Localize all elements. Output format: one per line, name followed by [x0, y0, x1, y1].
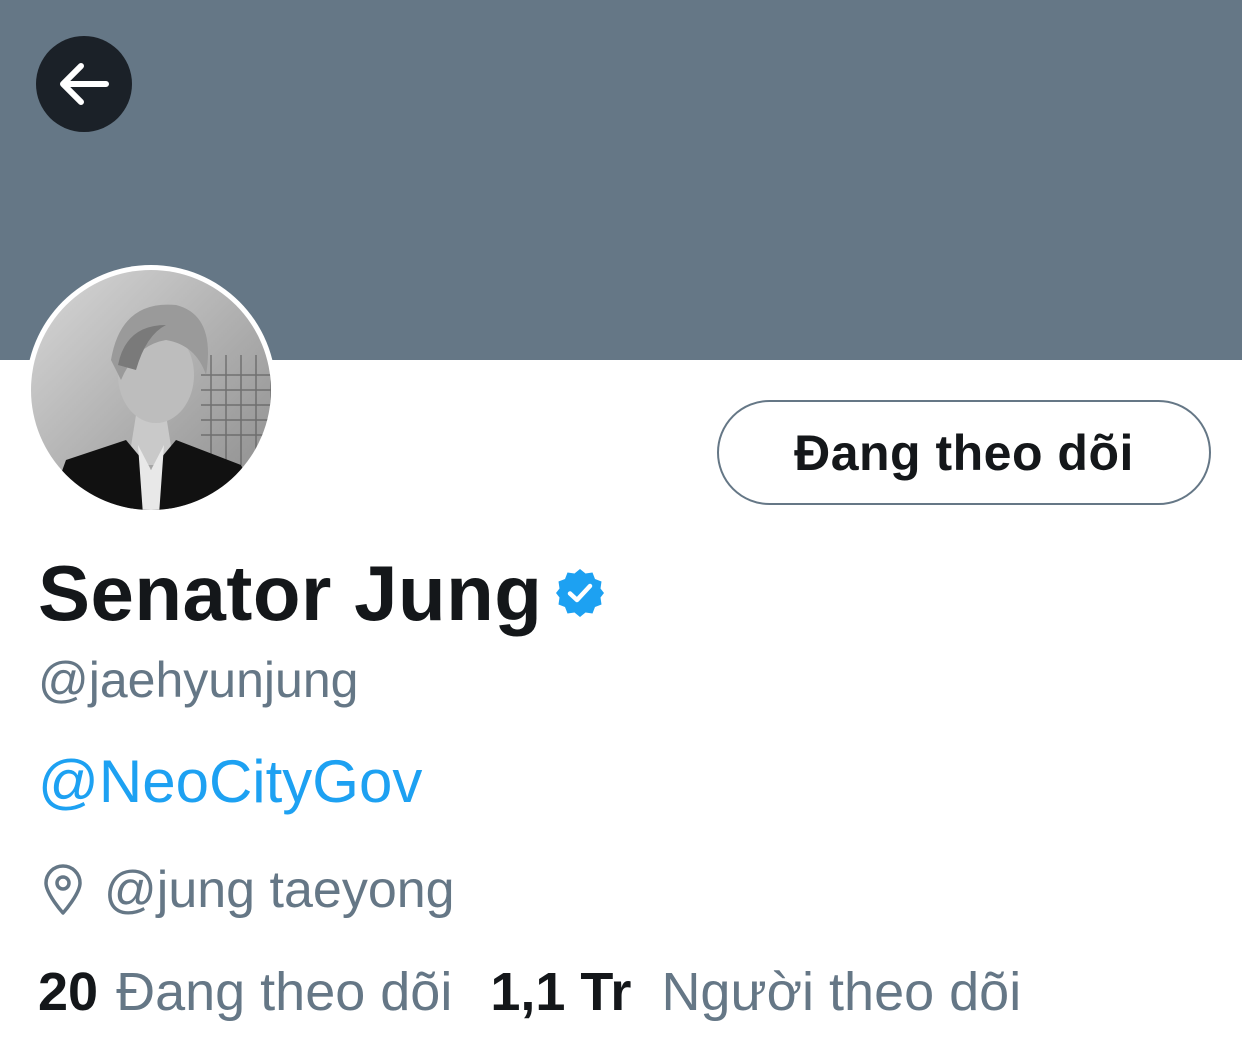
- followers-stat[interactable]: 1,1 Tr Người theo dõi: [490, 965, 1021, 1019]
- verified-badge-icon: [556, 569, 605, 617]
- followers-count: 1,1 Tr: [490, 962, 632, 1022]
- location-text: @jung taeyong: [104, 861, 455, 919]
- back-button[interactable]: [36, 36, 132, 132]
- arrow-left-icon: [60, 63, 109, 105]
- display-name-row: Senator Jung: [38, 548, 606, 638]
- location-row: @jung taeyong: [42, 862, 455, 918]
- username-handle: @jaehyunjung: [38, 652, 359, 708]
- following-stat[interactable]: 20 Đang theo dõi: [38, 965, 452, 1019]
- location-pin-icon: [44, 864, 82, 915]
- profile-photo: [27, 266, 275, 514]
- bio-mention-link[interactable]: @NeoCityGov: [38, 752, 422, 812]
- display-name: Senator Jung: [38, 549, 543, 637]
- following-button-label: Đang theo dõi: [794, 424, 1134, 481]
- following-label: Đang theo dõi: [116, 962, 453, 1022]
- avatar[interactable]: [26, 265, 276, 515]
- followers-label: Người theo dõi: [661, 962, 1022, 1022]
- stats-row: 20 Đang theo dõi 1,1 Tr Người theo dõi: [38, 965, 1021, 1019]
- following-button[interactable]: Đang theo dõi: [717, 400, 1211, 505]
- following-count: 20: [38, 962, 99, 1022]
